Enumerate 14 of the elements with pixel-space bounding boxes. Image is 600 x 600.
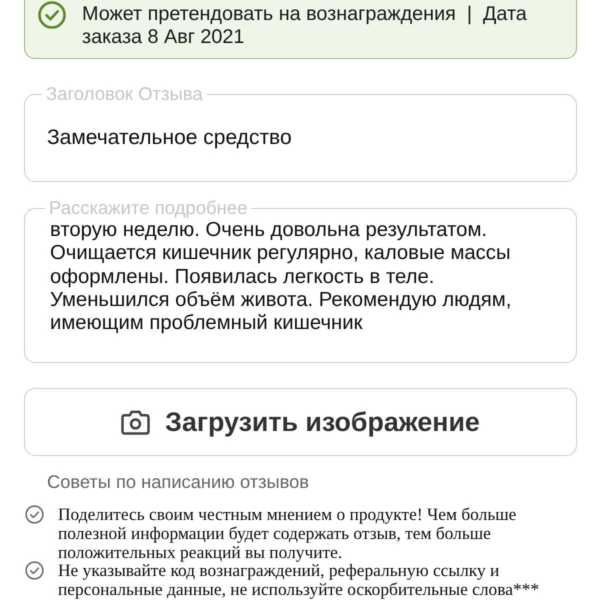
camera-icon [121,409,150,436]
upload-image-button[interactable]: Загрузить изображение [24,388,577,456]
review-details-field[interactable] [24,199,577,364]
tip-text: Поделитесь своим честным мнением о продукте! Чем больше полезной информации будет содержать отзыв, тем больше положительных реакций вы получите. [58,505,518,562]
reward-eligibility-text: Может претендовать на вознаграждения | Дата заказа 8 Авг 2021 [82,3,528,49]
check-circle-icon [25,561,44,580]
field-value: вторую неделю. Очень довольна результатом. Очищается кишечник регулярно, каловые массы оформлены. Появилась легкость в теле. Уменьшился объём живота. Рекомендую людям, имеющим проблемный кишечник [50,219,512,336]
review-title-field[interactable]: Заголовок Отзыва Замечательное средство [24,85,577,182]
field-label: Расскажите подробнее [48,199,248,217]
tip-text: Не указывайте код вознаграждений, реферальную ссылку и персональные данные, не используйте оскорбительные слова*** [58,561,540,598]
check-circle-icon [25,505,44,524]
tips-heading: Советы по написанию отзывов [47,472,310,492]
field-value: Замечательное средство [47,125,293,151]
field-label: Заголовок Отзыва [45,85,204,103]
